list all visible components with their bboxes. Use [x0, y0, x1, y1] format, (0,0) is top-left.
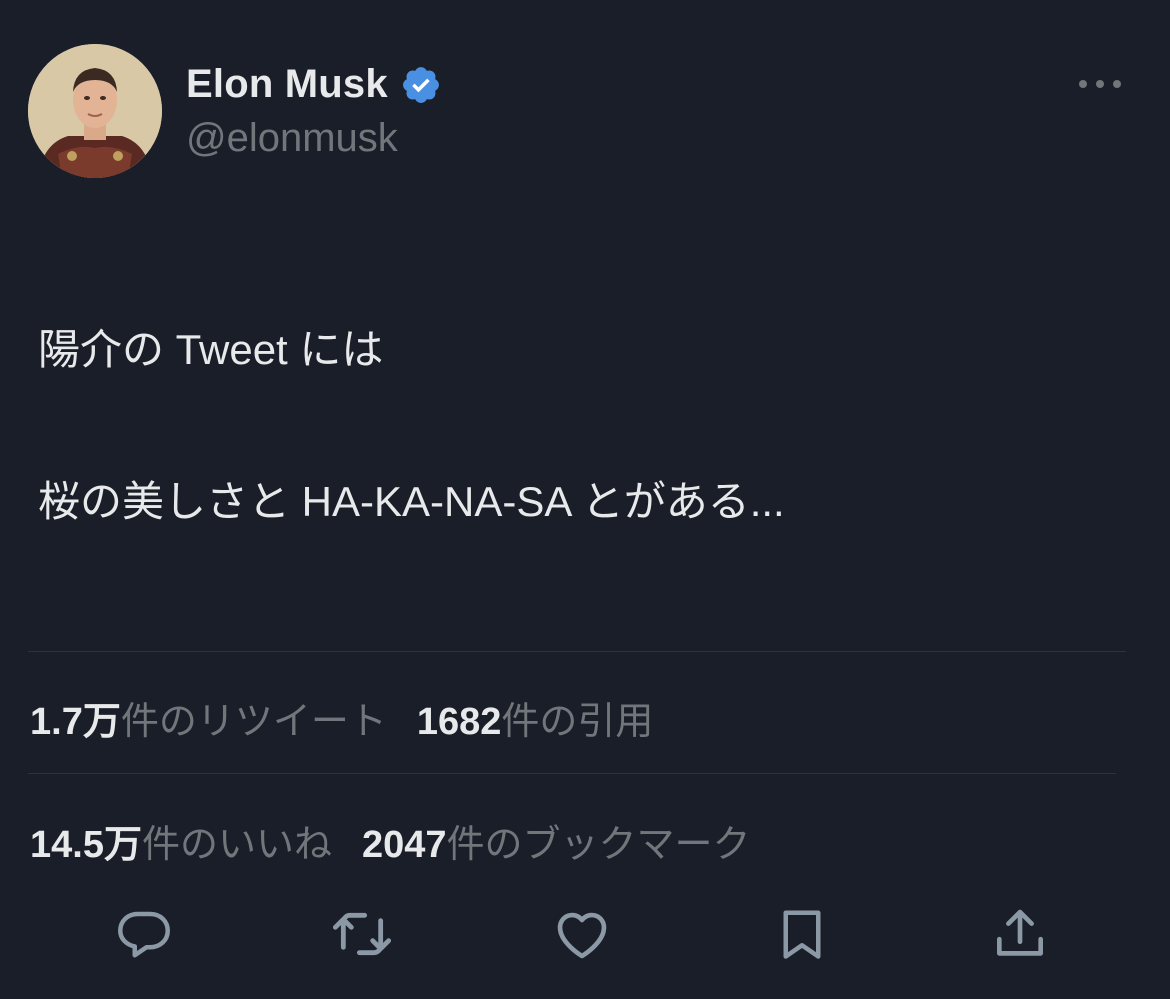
author-display-name[interactable]: Elon Musk [186, 62, 388, 107]
avatar[interactable] [28, 44, 162, 178]
quotes-count: 1682 [416, 701, 502, 743]
likes-count: 14.5万 [30, 824, 142, 866]
stats-row-engagement: 1.7万 件のリツイート 1682 件の引用 [30, 690, 683, 745]
retweets-stat[interactable]: 1.7万 件のリツイート [30, 690, 387, 745]
bookmarks-label: 件のブックマーク [446, 824, 751, 866]
reply-icon [118, 911, 170, 958]
likes-stat[interactable]: 14.5万 件のいいね [30, 813, 332, 868]
more-dots-icon[interactable] [1076, 74, 1124, 94]
author-name-row[interactable]: Elon Musk [186, 62, 442, 107]
bookmarks-count: 2047 [361, 824, 447, 866]
retweets-count: 1.7万 [30, 701, 121, 743]
share-icon [997, 909, 1043, 956]
heart-icon [557, 912, 607, 959]
share-button[interactable] [988, 902, 1052, 966]
bookmarks-stat[interactable]: 2047 件のブックマーク [362, 813, 751, 868]
retweet-icon [332, 912, 392, 956]
bookmark-icon [783, 910, 821, 959]
verified-badge-icon [402, 66, 439, 103]
quotes-label: 件の引用 [501, 701, 654, 743]
avatar-image [28, 44, 162, 178]
quotes-stat[interactable]: 1682 件の引用 [417, 690, 654, 745]
stats-row-likes: 14.5万 件のいいね 2047 件のブックマーク [30, 813, 781, 868]
likes-label: 件のいいね [141, 824, 332, 866]
bookmark-button[interactable] [770, 902, 834, 966]
retweets-label: 件のリツイート [120, 701, 387, 743]
tweet-text-line-2: 桜の美しさと HA-KA-NA-SA とがある... [38, 478, 785, 525]
divider [28, 773, 1116, 774]
like-button[interactable] [550, 902, 614, 966]
retweet-button[interactable] [330, 902, 394, 966]
author-handle[interactable]: @elonmusk [186, 116, 398, 161]
divider [28, 651, 1126, 652]
reply-button[interactable] [112, 902, 176, 966]
tweet-text-line-1: 陽介の Tweet には [38, 326, 384, 373]
